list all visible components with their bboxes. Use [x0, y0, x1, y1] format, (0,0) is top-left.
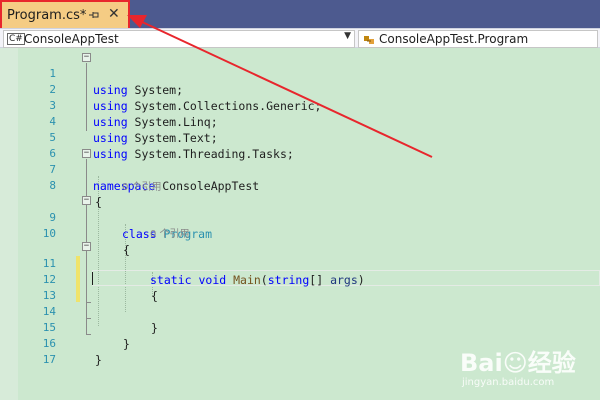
- baidu-watermark: Bai☺经验 jingyan.baidu.com: [460, 343, 595, 395]
- project-dropdown-label: ConsoleAppTest: [24, 32, 119, 46]
- code-line: 4 using System.Text;: [0, 98, 600, 145]
- csharp-project-icon: C#: [7, 33, 25, 45]
- code-line: 11 static void Main(string[] args): [0, 240, 600, 287]
- code-line: 10 {: [0, 210, 600, 257]
- project-dropdown[interactable]: C# ConsoleAppTest ▼: [3, 30, 355, 48]
- code-line: 6: [0, 130, 600, 160]
- navigation-bar: C# ConsoleAppTest ▼ ConsoleAppTest.Progr…: [0, 28, 600, 48]
- watermark-url: jingyan.baidu.com: [462, 377, 555, 388]
- code-line: 12 {: [0, 256, 600, 303]
- tab-title: Program.cs*: [7, 8, 87, 23]
- class-dropdown[interactable]: ConsoleAppTest.Program: [358, 30, 598, 48]
- code-line: 5 using System.Threading.Tasks;: [0, 114, 600, 161]
- line-number: 8: [49, 179, 56, 192]
- code-line: 3 using System.Linq;: [0, 82, 600, 129]
- code-line: 8 {: [0, 162, 600, 209]
- code-line: 14 }: [0, 288, 600, 335]
- code-line: 16 }: [0, 320, 600, 367]
- code-line: 15 }: [0, 304, 600, 351]
- references-codelens[interactable]: 0 个引用: [150, 225, 190, 240]
- class-icon: [363, 33, 375, 45]
- close-icon[interactable]: ✕: [108, 7, 122, 21]
- code-text: namespace ConsoleAppTest: [93, 179, 260, 193]
- code-text: }: [95, 353, 102, 367]
- code-line: 13: [0, 272, 600, 302]
- document-tab-strip: Program.cs* ✕: [0, 0, 600, 30]
- line-number: 17: [42, 353, 56, 366]
- class-dropdown-label: ConsoleAppTest.Program: [379, 32, 529, 46]
- chevron-down-icon[interactable]: ▼: [344, 31, 351, 41]
- code-line: 2 using System.Collections.Generic;: [0, 66, 600, 113]
- code-line: 1 using System;: [0, 50, 600, 97]
- references-codelens[interactable]: 0 个引用: [122, 178, 162, 193]
- pin-icon[interactable]: [88, 9, 100, 21]
- tab-program-cs[interactable]: Program.cs* ✕: [0, 0, 130, 30]
- code-line: 7 namespace ConsoleAppTest: [0, 146, 600, 193]
- code-line: 9 class Program: [0, 194, 600, 241]
- watermark-logo: Bai☺经验: [460, 349, 576, 377]
